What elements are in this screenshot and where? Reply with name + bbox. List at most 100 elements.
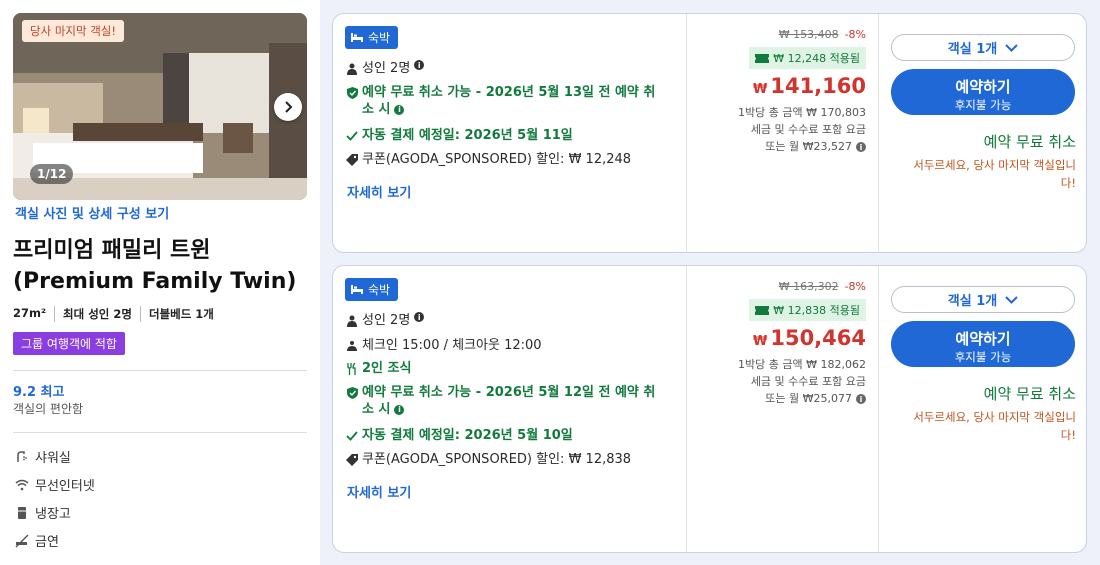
- free-cancel-text-cont: 소 시: [362, 102, 391, 117]
- original-price: ₩ 163,302 -8%: [779, 280, 866, 293]
- shower-icon: [15, 450, 29, 464]
- urgency-text-cont: 다!: [1060, 428, 1076, 442]
- amenity-shower: 샤워실: [15, 447, 71, 466]
- check-icon: [345, 127, 359, 144]
- info-icon[interactable]: i: [856, 394, 866, 404]
- offer-price: ₩ 163,302 -8% ₩ 12,838 적용됨 ₩150,464 1박당 총…: [686, 266, 878, 552]
- divider: [13, 370, 307, 371]
- details-link[interactable]: 자세히 보기: [347, 182, 411, 201]
- stay-badge: 숙박: [345, 26, 399, 49]
- room-count-select[interactable]: 객실 1개: [891, 34, 1075, 61]
- currency-symbol: ₩: [753, 334, 768, 349]
- original-price: ₩ 153,408 -8%: [779, 28, 866, 41]
- free-cancel-label: 예약 무료 취소: [983, 385, 1076, 403]
- tag-icon: [345, 151, 359, 168]
- total-per-night: 1박당 총 금액 ₩ 182,062: [738, 358, 866, 371]
- photo-counter: 1/12: [30, 164, 74, 184]
- book-button-sublabel: 후지불 가능: [954, 350, 1012, 364]
- urgency-text: 서두르세요, 당사 마지막 객실입니: [913, 158, 1076, 172]
- details-link[interactable]: 자세히 보기: [347, 482, 411, 501]
- urgency-text: 서두르세요, 당사 마지막 객실입니: [913, 410, 1076, 424]
- room-photo[interactable]: 당사 마지막 객실! 1/12: [13, 13, 307, 200]
- room-info-panel: 당사 마지막 객실! 1/12 객실 사진 및 상세 구성 보기 프리미엄 패밀…: [0, 0, 320, 565]
- max-occupancy: 최대 성인 2명: [63, 306, 141, 322]
- amenity-label: 금연: [35, 535, 59, 550]
- coupon-text: 쿠폰(AGODA_SPONSORED) 할인: ₩ 12,248: [362, 152, 632, 167]
- chevron-right-icon: [285, 101, 293, 113]
- tax-note: 세금 및 수수료 포함 요금: [750, 123, 866, 136]
- original-price-value: ₩ 153,408: [778, 28, 839, 41]
- info-icon[interactable]: i: [414, 312, 425, 322]
- person-icon: [345, 60, 359, 77]
- coupon-applied-text: ₩ 12,248 적용됨: [773, 52, 860, 65]
- next-photo-button[interactable]: [274, 93, 302, 121]
- fridge-icon: [15, 506, 29, 520]
- free-cancel-text: 예약 무료 취소 가능 - 2026년 5월 12일 전 예약 취: [362, 385, 656, 400]
- room-specs: 27m² 최대 성인 2명 더블베드 1개: [13, 306, 230, 322]
- offer-price: ₩ 153,408 -8% ₩ 12,248 적용됨 ₩141,160 1박당 총…: [686, 14, 878, 252]
- check-icon: [345, 427, 359, 444]
- offer-actions: 객실 1개 예약하기 후지불 가능 예약 무료 취소 서두르세요, 당사 마지막…: [878, 14, 1088, 252]
- urgency-text-cont: 다!: [1060, 176, 1076, 190]
- coupon-applied-text: ₩ 12,838 적용됨: [773, 304, 860, 317]
- fork-knife-icon: [345, 360, 359, 377]
- autopay-row: 자동 결제 예정일: 2026년 5월 10일: [345, 427, 675, 444]
- coupon-row: 쿠폰(AGODA_SPONSORED) 할인: ₩ 12,248: [345, 151, 675, 168]
- bed-icon: [351, 283, 363, 297]
- free-cancel-text-cont: 소 시: [362, 402, 391, 417]
- bed-icon: [351, 31, 363, 45]
- amenity-no-smoking: 금연: [15, 531, 59, 550]
- room-size: 27m²: [13, 306, 56, 322]
- book-button[interactable]: 예약하기 후지불 가능: [891, 321, 1075, 367]
- chevron-down-icon: [1005, 295, 1018, 304]
- offer-card: 숙박 성인 2명 i 예약 무료 취소 가능 - 2026년 5월 13일 전 …: [332, 13, 1087, 253]
- coupon-applied-badge: ₩ 12,248 적용됨: [749, 47, 866, 69]
- monthly-payment-text: 또는 월 ₩25,077: [765, 392, 852, 405]
- autopay-row: 자동 결제 예정일: 2026년 5월 11일: [345, 127, 675, 144]
- room-title: 프리미엄 패밀리 트윈 (Premium Family Twin): [13, 235, 313, 297]
- offer-conditions: 숙박 성인 2명 i 예약 무료 취소 가능 - 2026년 5월 13일 전 …: [333, 14, 686, 252]
- group-travel-badge: 그룹 여행객에 적합: [13, 332, 125, 355]
- discount-percent: -8%: [844, 280, 866, 293]
- stay-badge-label: 숙박: [368, 31, 391, 45]
- ticket-icon: [755, 305, 770, 315]
- price-value: 141,160: [770, 74, 866, 98]
- info-icon[interactable]: i: [414, 60, 425, 70]
- guest-row: 성인 2명 i: [345, 312, 675, 329]
- price-value: 150,464: [770, 326, 866, 350]
- breakfast-row: 2인 조식: [345, 360, 675, 377]
- info-icon[interactable]: i: [394, 404, 405, 415]
- shield-check-icon: [345, 84, 359, 101]
- guest-row: 성인 2명 i: [345, 60, 675, 77]
- coupon-text: 쿠폰(AGODA_SPONSORED) 할인: ₩ 12,838: [362, 452, 632, 467]
- amenity-label: 냉장고: [35, 507, 71, 522]
- offer-card: 숙박 성인 2명 i 체크인 15:00 / 체크아웃 12:00 2인 조식 …: [332, 265, 1087, 553]
- info-icon[interactable]: i: [856, 142, 866, 152]
- final-price: ₩150,464: [753, 326, 866, 350]
- person-icon: [345, 312, 359, 329]
- book-button[interactable]: 예약하기 후지불 가능: [891, 69, 1075, 115]
- monthly-payment: 또는 월 ₩23,527 i: [738, 138, 866, 155]
- tag-icon: [345, 451, 359, 468]
- guest-count: 성인 2명: [362, 61, 411, 76]
- room-count-select[interactable]: 객실 1개: [891, 286, 1075, 313]
- offer-conditions: 숙박 성인 2명 i 체크인 15:00 / 체크아웃 12:00 2인 조식 …: [333, 266, 686, 552]
- coupon-row: 쿠폰(AGODA_SPONSORED) 할인: ₩ 12,838: [345, 451, 675, 468]
- urgency-message: 서두르세요, 당사 마지막 객실입니다!: [886, 156, 1076, 192]
- monthly-payment-text: 또는 월 ₩23,527: [765, 140, 852, 153]
- info-icon[interactable]: i: [394, 104, 405, 115]
- room-count-value: 객실 1개: [947, 42, 998, 57]
- breakfast-text: 2인 조식: [362, 361, 412, 376]
- room-score-label: 객실의 편안함: [13, 402, 84, 416]
- photo-details-link[interactable]: 객실 사진 및 상세 구성 보기: [15, 203, 169, 222]
- amenity-fridge: 냉장고: [15, 503, 71, 522]
- price-breakdown: 1박당 총 금액 ₩ 170,803 세금 및 수수료 포함 요금 또는 월 ₩…: [738, 104, 866, 155]
- monthly-payment: 또는 월 ₩25,077 i: [738, 390, 866, 407]
- free-cancel-label: 예약 무료 취소: [983, 133, 1076, 151]
- book-button-label: 예약하기: [955, 78, 1011, 96]
- discount-percent: -8%: [844, 28, 866, 41]
- urgency-message: 서두르세요, 당사 마지막 객실입니다!: [886, 408, 1076, 444]
- guest-count: 성인 2명: [362, 313, 411, 328]
- shield-check-icon: [345, 384, 359, 401]
- last-room-badge: 당사 마지막 객실!: [22, 20, 124, 42]
